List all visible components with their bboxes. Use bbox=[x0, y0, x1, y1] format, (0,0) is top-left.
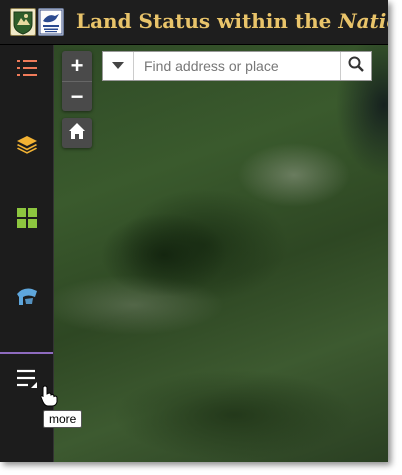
more-icon bbox=[15, 368, 39, 395]
legend-button[interactable] bbox=[0, 45, 53, 95]
caret-down-icon bbox=[112, 57, 124, 75]
search-input[interactable] bbox=[134, 52, 340, 80]
app-window: Land Status within the National bbox=[0, 0, 388, 462]
search-button[interactable] bbox=[340, 52, 371, 80]
app-title-emphasis: National bbox=[338, 9, 388, 33]
basemap-button[interactable] bbox=[0, 273, 53, 323]
hand-cursor-icon bbox=[40, 385, 58, 412]
home-button[interactable] bbox=[62, 118, 92, 148]
app-header: Land Status within the National bbox=[0, 0, 388, 45]
refuge-logo bbox=[38, 8, 64, 36]
grid-icon bbox=[16, 207, 38, 234]
app-title: Land Status within the National bbox=[76, 9, 388, 33]
zoom-controls: + − bbox=[62, 51, 92, 111]
list-icon bbox=[16, 58, 38, 83]
tooltip-more: more bbox=[43, 410, 83, 428]
app-title-text: Land Status within the bbox=[76, 9, 339, 33]
widgets-button[interactable] bbox=[0, 195, 53, 245]
zoom-out-button[interactable]: − bbox=[62, 82, 92, 112]
search-icon bbox=[348, 56, 364, 77]
map-view[interactable]: + − bbox=[54, 45, 388, 462]
search-source-dropdown[interactable] bbox=[103, 52, 134, 80]
home-icon bbox=[68, 122, 86, 145]
layers-icon bbox=[16, 132, 38, 159]
fws-logo bbox=[10, 8, 36, 36]
basemap-icon bbox=[15, 285, 39, 312]
layers-button[interactable] bbox=[0, 120, 53, 170]
zoom-in-button[interactable]: + bbox=[62, 51, 92, 82]
search-bar bbox=[102, 51, 372, 81]
